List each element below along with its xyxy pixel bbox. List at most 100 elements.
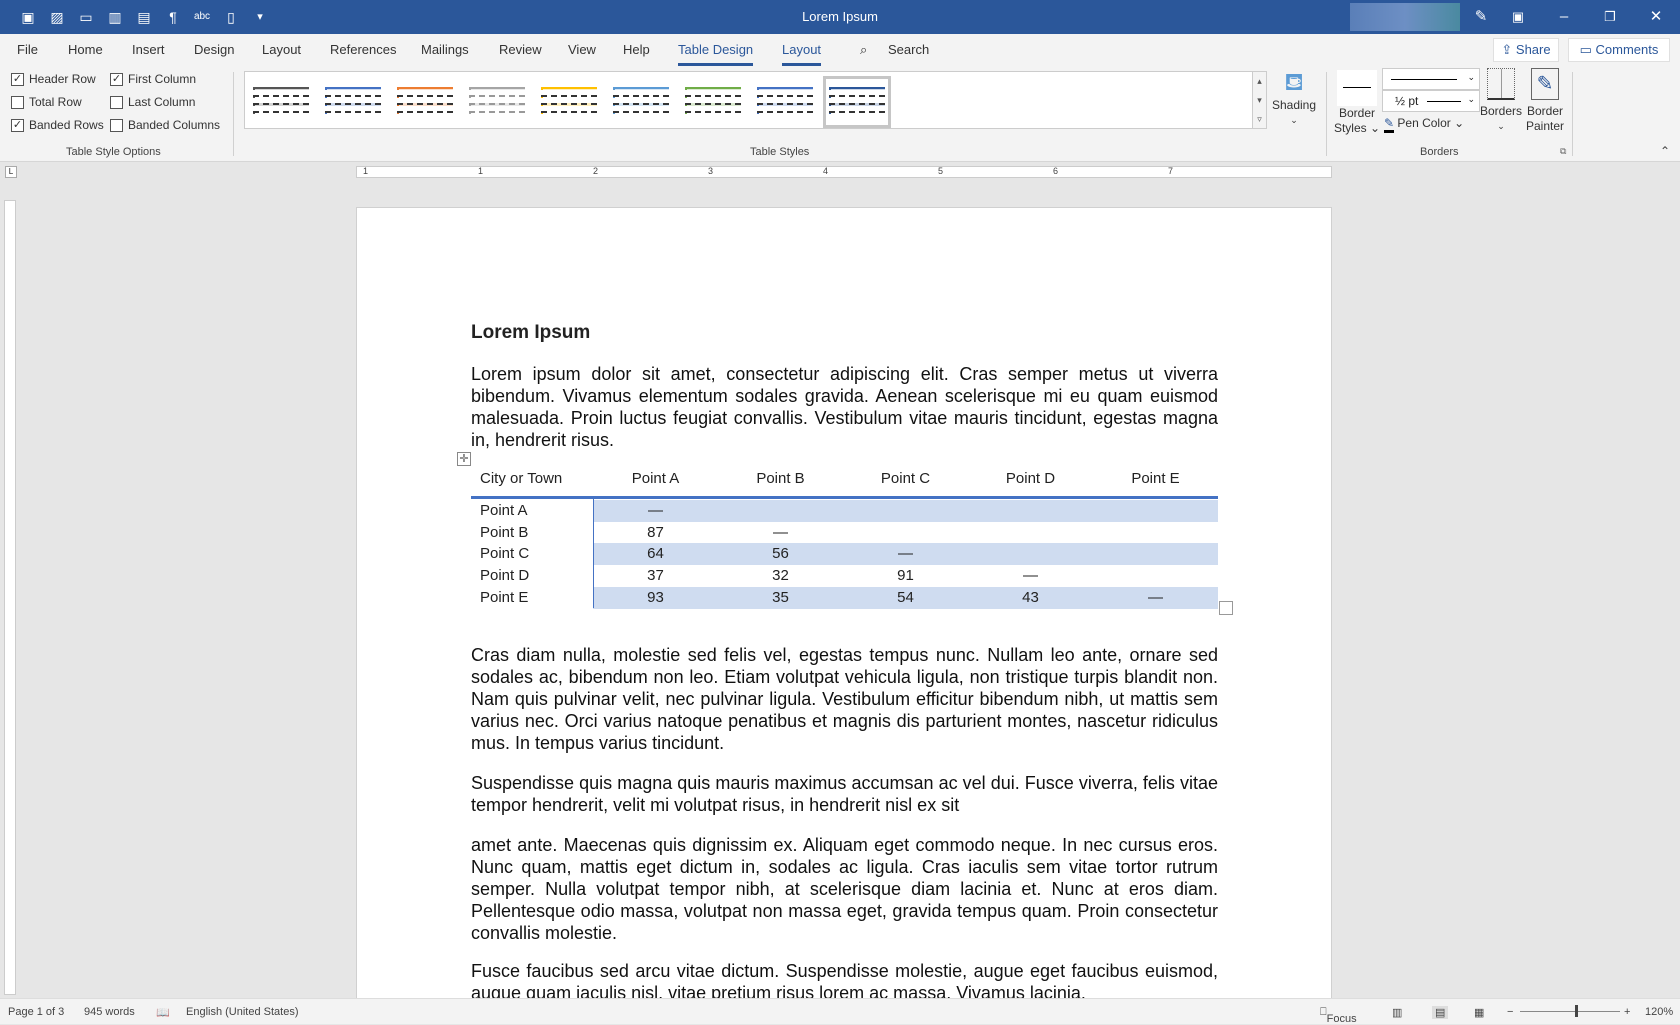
table-cell[interactable]: 56 xyxy=(718,545,843,562)
table-cell[interactable]: 35 xyxy=(718,589,843,606)
gallery-scroll[interactable]: ▴ ▾ ▿ xyxy=(1252,71,1267,129)
tab-review[interactable]: Review xyxy=(499,42,542,57)
header-row-checkbox[interactable]: ✓ Header Row xyxy=(11,72,96,86)
table-style-thumbnail[interactable] xyxy=(541,82,597,122)
banded-rows-checkbox[interactable]: ✓ Banded Rows xyxy=(11,118,104,132)
table-cell[interactable]: — xyxy=(1093,589,1218,606)
banded-columns-checkbox[interactable]: Banded Columns xyxy=(110,118,220,132)
tab-table-design[interactable]: Table Design xyxy=(678,42,754,66)
close-button[interactable]: ✕ xyxy=(1633,0,1679,34)
zoom-slider[interactable] xyxy=(1520,1005,1620,1017)
line-style-select[interactable]: ⌄ xyxy=(1382,68,1480,90)
tab-view[interactable]: View xyxy=(568,42,596,57)
web-layout-icon[interactable]: ▦ xyxy=(1474,1006,1484,1019)
total-row-checkbox[interactable]: Total Row xyxy=(11,95,82,109)
border-painter-button[interactable]: ✎ Border Painter xyxy=(1522,68,1568,134)
table-cell[interactable]: 43 xyxy=(968,589,1093,606)
table-cell[interactable]: 64 xyxy=(593,545,718,562)
language[interactable]: English (United States) xyxy=(186,1006,299,1018)
collapse-ribbon-icon[interactable]: ⌃ xyxy=(1660,144,1670,158)
table-style-thumbnail[interactable] xyxy=(253,82,309,122)
table-style-thumbnail[interactable] xyxy=(397,82,453,122)
table-style-thumbnail[interactable] xyxy=(325,82,381,122)
zoom-in-button[interactable]: + xyxy=(1624,1006,1630,1018)
table-cell[interactable]: Point B xyxy=(480,524,528,541)
tab-table-layout[interactable]: Layout xyxy=(782,42,822,66)
table-cell[interactable]: 91 xyxy=(843,567,968,584)
read-mode-icon[interactable]: ▥ xyxy=(1392,1006,1402,1019)
proofing-icon[interactable]: 📖 xyxy=(156,1006,170,1019)
table-cell[interactable]: 87 xyxy=(593,524,718,541)
tab-selector[interactable]: L xyxy=(5,166,17,178)
table-style-thumbnail[interactable] xyxy=(823,76,891,128)
account-avatar[interactable] xyxy=(1350,3,1460,31)
table-cell[interactable]: Point E xyxy=(480,589,528,606)
borders-dialog-launcher-icon[interactable]: ⧉ xyxy=(1560,146,1566,157)
page-count[interactable]: Page 1 of 3 xyxy=(8,1006,64,1018)
table-header-cell[interactable]: Point D xyxy=(968,470,1093,487)
search-box[interactable]: Search xyxy=(888,42,929,57)
table-style-thumbnail[interactable] xyxy=(613,82,669,122)
restore-button[interactable]: ❐ xyxy=(1587,0,1633,34)
table-cell[interactable]: — xyxy=(968,567,1093,584)
print-layout-icon[interactable]: ▤ xyxy=(1432,1006,1449,1019)
table-style-thumbnail[interactable] xyxy=(757,82,813,122)
table-header-cell[interactable]: Point B xyxy=(718,470,843,487)
tab-help[interactable]: Help xyxy=(623,42,650,57)
checkbox-unchecked[interactable] xyxy=(11,95,24,109)
table-resize-handle[interactable] xyxy=(1219,601,1233,615)
border-styles-button[interactable]: Border Styles ⌄ xyxy=(1332,70,1382,136)
zoom-out-button[interactable]: − xyxy=(1507,1006,1513,1018)
checkbox-checked[interactable]: ✓ xyxy=(11,118,24,132)
ruler-number: 4 xyxy=(823,166,829,176)
zoom-level[interactable]: 120% xyxy=(1645,1006,1673,1018)
table-header-cell[interactable]: Point C xyxy=(843,470,968,487)
share-button[interactable]: ⇪ Share xyxy=(1493,38,1559,62)
first-column-label: First Column xyxy=(128,72,197,86)
table-cell[interactable]: — xyxy=(843,545,968,562)
tab-file[interactable]: File xyxy=(17,42,38,57)
pen-color-button[interactable]: ✎ Pen Color ⌄ xyxy=(1384,116,1464,133)
table-move-handle[interactable]: ✛ xyxy=(457,452,471,466)
line-weight-select[interactable]: ½ pt ⌄ xyxy=(1382,90,1480,112)
table-header-cell[interactable]: Point A xyxy=(593,470,718,487)
table-cell[interactable]: — xyxy=(593,502,718,519)
table-row: Point E 93 35 54 43— xyxy=(471,586,1218,609)
table-header-row: City or Town Point A Point B Point C Point D… xyxy=(471,468,1218,490)
table-header-cell[interactable]: City or Town xyxy=(480,470,562,487)
tab-home[interactable]: Home xyxy=(68,42,103,57)
table-cell[interactable]: Point A xyxy=(480,502,528,519)
tab-mailings[interactable]: Mailings xyxy=(421,42,469,57)
tab-references[interactable]: References xyxy=(330,42,396,57)
ribbon-display-icon[interactable]: ▣ xyxy=(1495,0,1541,34)
shading-button[interactable]: ⛾ Shading ⌄ xyxy=(1268,68,1320,128)
borders-button[interactable]: Borders ⌄ xyxy=(1478,68,1524,134)
focus-button[interactable]: ⎕ Focus xyxy=(1320,1006,1357,1025)
last-column-checkbox[interactable]: Last Column xyxy=(110,95,195,109)
table-style-thumbnail[interactable] xyxy=(685,82,741,122)
table-cell[interactable]: Point D xyxy=(480,567,529,584)
checkbox-checked[interactable]: ✓ xyxy=(11,72,24,86)
first-column-checkbox[interactable]: ✓ First Column xyxy=(110,72,196,86)
table-cell[interactable]: 37 xyxy=(593,567,718,584)
word-count[interactable]: 945 words xyxy=(84,1006,135,1018)
checkbox-unchecked[interactable] xyxy=(110,95,123,109)
tab-design[interactable]: Design xyxy=(194,42,234,57)
table-style-thumbnail[interactable] xyxy=(469,82,525,122)
table-cell[interactable]: Point C xyxy=(480,545,529,562)
minimize-button[interactable]: – xyxy=(1541,0,1587,34)
checkbox-checked[interactable]: ✓ xyxy=(110,72,123,86)
ruler-number: 6 xyxy=(1053,166,1059,176)
table-header-cell[interactable]: Point E xyxy=(1093,470,1218,487)
table-cell[interactable]: 54 xyxy=(843,589,968,606)
zoom-slider-thumb[interactable] xyxy=(1575,1005,1578,1017)
ruler-bar[interactable]: 1 1 2 3 4 5 6 7 xyxy=(356,166,1332,178)
table-cell[interactable]: — xyxy=(718,524,843,541)
document-page[interactable]: Lorem Ipsum Lorem ipsum dolor sit amet, … xyxy=(356,207,1332,1007)
tab-layout[interactable]: Layout xyxy=(262,42,301,57)
tab-insert[interactable]: Insert xyxy=(132,42,165,57)
comments-button[interactable]: ▭ Comments xyxy=(1568,38,1670,62)
table-cell[interactable]: 32 xyxy=(718,567,843,584)
table-cell[interactable]: 93 xyxy=(593,589,718,606)
checkbox-unchecked[interactable] xyxy=(110,118,123,132)
